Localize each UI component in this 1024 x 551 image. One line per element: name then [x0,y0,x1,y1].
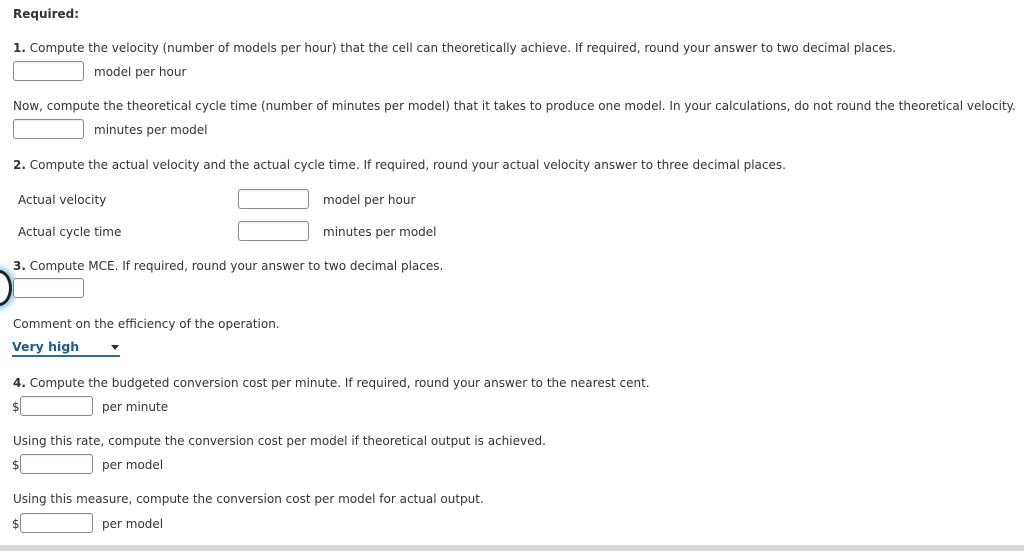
comment-prompt: Comment on the efficiency of the operati… [13,317,280,331]
unit-label: per model [102,458,164,472]
question-number: 4. [13,376,26,390]
question-text: Compute the budgeted conversion cost per… [25,376,650,390]
unit-label: per model [102,517,164,531]
cycle-time-input[interactable] [13,119,84,139]
theoretical-cost-per-model-input[interactable] [20,454,93,474]
actual-cost-per-model-input[interactable] [20,513,93,533]
actual-velocity-label: Actual velocity [18,193,107,207]
unit-label: per minute [102,400,169,414]
currency-symbol: $ [12,400,20,414]
actual-cycle-time-label: Actual cycle time [18,225,122,239]
dropdown-arrow-icon [111,345,119,350]
velocity-input[interactable] [13,61,84,81]
question-1: 1. Compute the velocity (number of model… [13,41,896,55]
mce-input[interactable] [13,278,84,298]
actual-velocity-input[interactable] [238,189,309,209]
question-number: 1. [13,41,26,55]
question-2: 2. Compute the actual velocity and the a… [13,158,786,172]
question-text: Compute the actual velocity and the actu… [25,158,786,172]
question-text: Compute MCE. If required, round your ans… [25,259,444,273]
question-4-part-2: Using this rate, compute the conversion … [13,434,546,448]
currency-symbol: $ [12,458,20,472]
cost-per-minute-input[interactable] [20,396,93,416]
unit-label: minutes per model [323,225,437,239]
question-text: Compute the velocity (number of models p… [25,41,897,55]
actual-cycle-time-input[interactable] [238,221,309,241]
unit-label: model per hour [323,193,416,207]
question-3: 3. Compute MCE. If required, round your … [13,259,443,273]
required-heading: Required: [13,7,80,21]
select-value: Very high [12,339,80,354]
question-number: 2. [13,158,26,172]
question-4-part-3: Using this measure, compute the conversi… [13,492,484,506]
bottom-divider [0,545,1024,551]
question-1-followup: Now, compute the theoretical cycle time … [13,99,1016,113]
efficiency-select[interactable]: Very high [12,340,120,357]
question-4: 4. Compute the budgeted conversion cost … [13,376,650,390]
unit-label: minutes per model [94,123,208,137]
unit-label: model per hour [94,65,187,79]
currency-symbol: $ [12,517,20,531]
question-number: 3. [13,259,26,273]
focus-indicator [0,270,12,306]
